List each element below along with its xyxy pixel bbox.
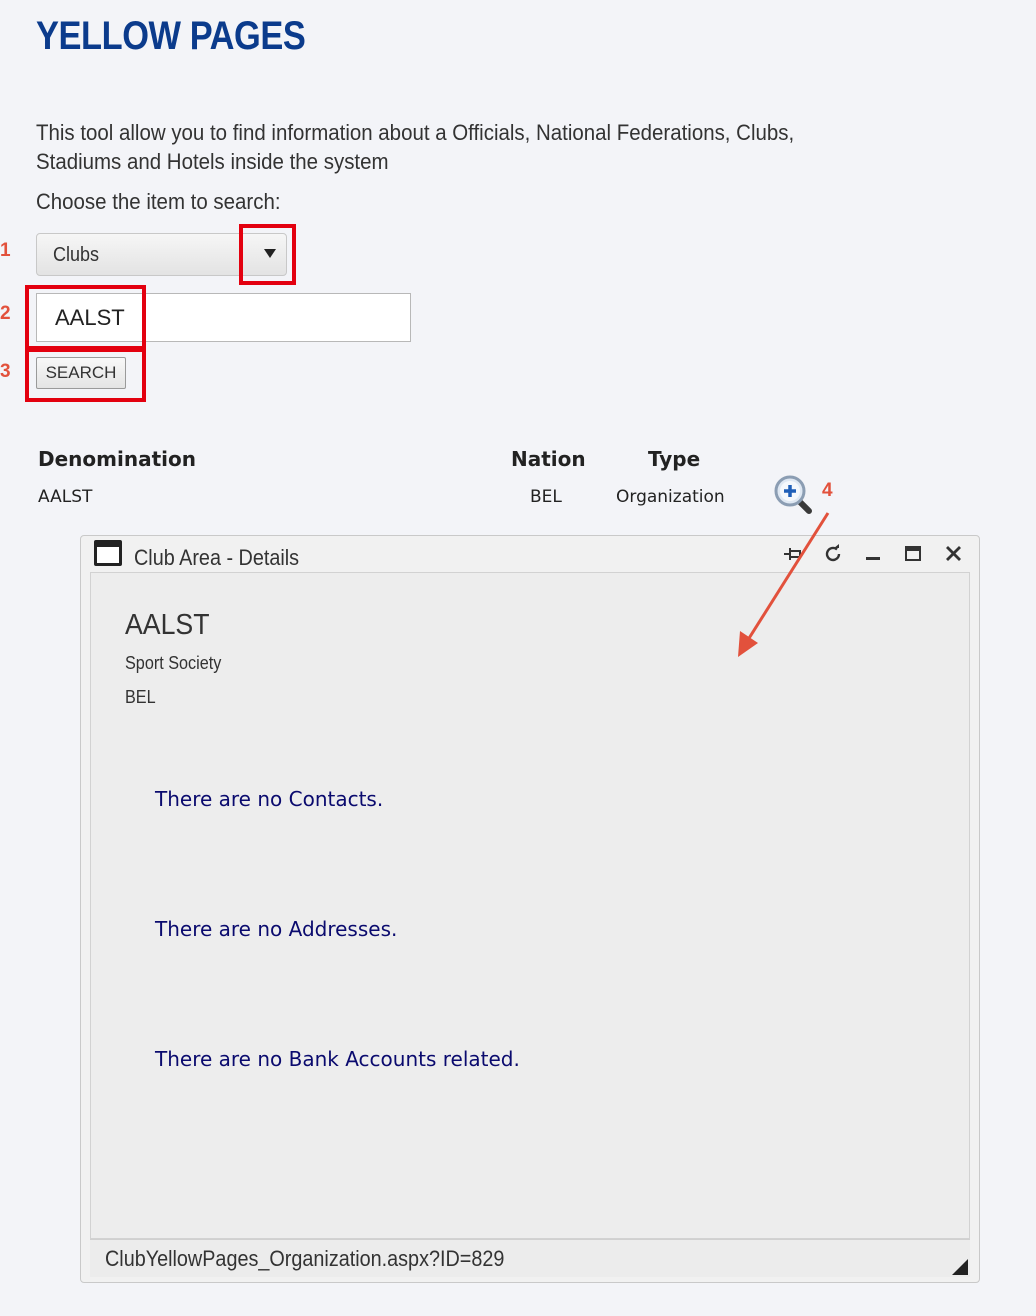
annotation-box-search: [25, 348, 146, 402]
item-type-selected-value: Clubs: [53, 244, 100, 266]
choose-label: Choose the item to search:: [36, 189, 281, 214]
club-details-window: Club Area - Details AALST Sport Society …: [80, 535, 980, 1283]
annotation-arrow: [738, 512, 830, 657]
annotation-marker-1: 1: [0, 240, 11, 261]
annotation-marker-2: 2: [0, 303, 11, 324]
column-header-type: Type: [648, 447, 701, 471]
annotation-marker-4: 4: [822, 480, 833, 501]
close-icon[interactable]: [942, 542, 966, 566]
club-name: AALST: [125, 609, 210, 641]
window-statusbar: ClubYellowPages_Organization.aspx?ID=829: [90, 1239, 970, 1277]
window-titlebar[interactable]: Club Area - Details: [81, 536, 979, 572]
intro-text: This tool allow you to find information …: [36, 120, 795, 174]
maximize-icon[interactable]: [901, 542, 925, 566]
minimize-icon[interactable]: [861, 542, 885, 566]
window-icon: [94, 540, 122, 566]
no-bank-accounts-message: There are no Bank Accounts related.: [155, 1047, 520, 1071]
column-header-denomination: Denomination: [38, 447, 196, 471]
column-header-nation: Nation: [511, 447, 586, 471]
resize-grip-icon[interactable]: [952, 1259, 968, 1275]
annotation-marker-3: 3: [0, 361, 11, 382]
window-title: Club Area - Details: [134, 545, 300, 570]
status-url: ClubYellowPages_Organization.aspx?ID=829: [105, 1246, 505, 1271]
page-title: YELLOW PAGES: [36, 14, 306, 58]
result-denomination: AALST: [38, 487, 93, 507]
annotation-box-dropdown: [239, 224, 296, 285]
no-contacts-message: There are no Contacts.: [155, 787, 384, 811]
club-type: Sport Society: [125, 653, 222, 673]
annotation-box-input: [25, 285, 146, 350]
result-nation: BEL: [530, 487, 562, 507]
no-addresses-message: There are no Addresses.: [155, 917, 398, 941]
result-type: Organization: [616, 487, 725, 507]
window-content: AALST Sport Society BEL There are no Con…: [90, 572, 970, 1239]
club-nation: BEL: [125, 687, 156, 707]
